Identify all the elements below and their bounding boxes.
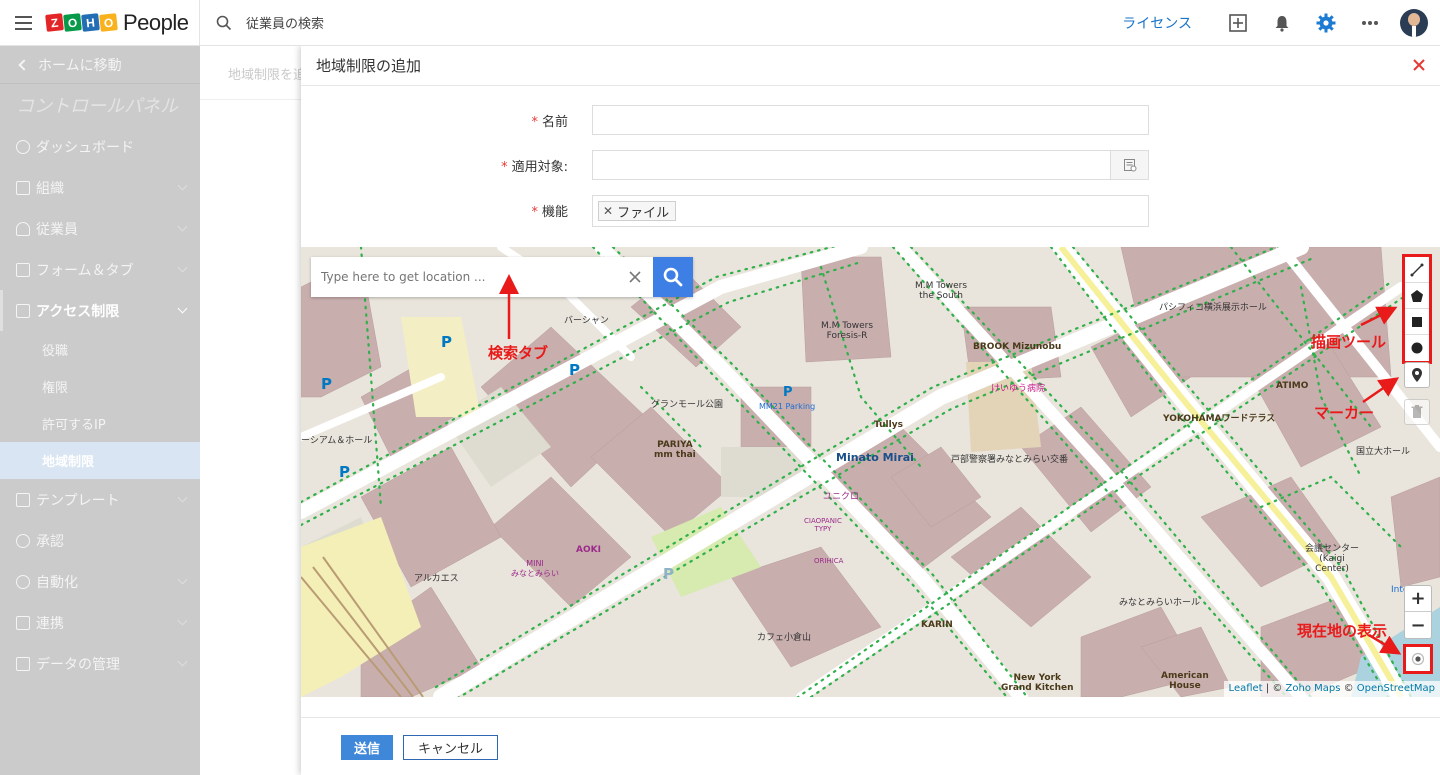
integration-icon xyxy=(16,615,30,630)
sidebar-item-label: 承認 xyxy=(36,533,64,550)
sidebar-item-label: 組織 xyxy=(36,180,64,197)
required-mark: * xyxy=(501,160,508,175)
automation-icon xyxy=(16,574,30,589)
chevron-down-icon xyxy=(177,615,188,626)
add-geo-restriction-panel: 地域制限の追加 * 名前 * 適用対象: * 機能 ✕ ファイル M.M Tow… xyxy=(301,46,1440,775)
annotation-draw-tools: 描画ツール xyxy=(1311,333,1387,351)
add-icon[interactable] xyxy=(1216,13,1260,32)
panel-title: 地域制限の追加 xyxy=(301,46,1440,86)
sidebar-item-access-restriction[interactable]: アクセス制限 xyxy=(0,290,200,331)
function-input[interactable]: ✕ ファイル xyxy=(592,195,1149,227)
sidebar-subitem-roles[interactable]: 役職 xyxy=(0,331,200,368)
panel-footer: 送信 キャンセル xyxy=(301,717,1440,775)
annotation-arrows xyxy=(499,274,1402,655)
document-icon xyxy=(16,303,30,318)
chevron-down-icon xyxy=(177,262,188,273)
sidebar-item-approvals[interactable]: 承認 xyxy=(0,520,200,561)
required-mark: * xyxy=(531,115,538,130)
sidebar-item-label: ダッシュボード xyxy=(36,139,134,156)
background-breadcrumb: 地域制限を追加 xyxy=(228,68,302,83)
function-label: * 機能 xyxy=(531,205,568,220)
chevron-down-icon xyxy=(177,492,188,503)
form-icon xyxy=(16,262,30,277)
chevron-down-icon xyxy=(177,656,188,667)
chevron-down-icon xyxy=(177,574,188,585)
name-input[interactable] xyxy=(592,105,1149,135)
app-name: People xyxy=(123,9,189,35)
map-view[interactable]: M.M Towers the South M.M Towers Foresis-… xyxy=(301,247,1440,697)
top-bar: Z O H O People 従業員の検索 ライセンス xyxy=(0,0,1440,46)
sidebar-item-employees[interactable]: 従業員 xyxy=(0,208,200,249)
submit-button[interactable]: 送信 xyxy=(341,735,393,760)
target-label: * 適用対象: xyxy=(501,160,568,175)
gear-icon[interactable] xyxy=(1304,13,1348,33)
sidebar-subitem-label: 地域制限 xyxy=(42,455,95,470)
template-icon xyxy=(16,492,30,507)
list-picker-icon xyxy=(1123,159,1136,172)
active-indicator xyxy=(0,290,3,331)
sidebar-subitem-label: 権限 xyxy=(42,381,69,396)
sidebar-subitem-allowed-ip[interactable]: 許可するIP xyxy=(0,405,200,442)
employee-search[interactable]: 従業員の検索 xyxy=(216,13,916,32)
check-circle-icon xyxy=(16,139,30,154)
remove-chip-icon[interactable]: ✕ xyxy=(603,204,613,218)
menu-icon[interactable] xyxy=(0,0,46,46)
required-mark: * xyxy=(531,205,538,220)
chevron-down-icon xyxy=(177,180,188,191)
sidebar-subitem-geo-restriction[interactable]: 地域制限 xyxy=(0,442,200,479)
name-row: * 名前 xyxy=(301,105,1440,135)
sidebar-item-label: フォーム＆タブ xyxy=(36,262,134,279)
brand-logo[interactable]: Z O H O People xyxy=(45,0,200,46)
cancel-button[interactable]: キャンセル xyxy=(403,735,498,760)
avatar[interactable] xyxy=(1400,8,1428,37)
target-input[interactable] xyxy=(592,150,1149,180)
chevron-down-icon xyxy=(177,303,188,314)
back-to-home[interactable]: ホームに移動 xyxy=(0,46,200,84)
sidebar-item-dashboard[interactable]: ダッシュボード xyxy=(0,126,200,167)
search-icon xyxy=(216,15,232,30)
building-icon xyxy=(16,180,30,195)
person-icon xyxy=(16,221,30,236)
sidebar-item-label: 従業員 xyxy=(36,221,78,238)
sidebar-item-integration[interactable]: 連携 xyxy=(0,602,200,643)
sidebar-item-label: 連携 xyxy=(36,615,64,632)
function-row: * 機能 ✕ ファイル xyxy=(301,195,1440,227)
sidebar-subitem-permissions[interactable]: 権限 xyxy=(0,368,200,405)
more-icon[interactable] xyxy=(1348,20,1392,26)
sidebar-subitem-label: 許可するIP xyxy=(42,418,106,433)
target-picker-button[interactable] xyxy=(1110,151,1148,179)
sidebar-item-label: 自動化 xyxy=(36,574,78,591)
control-panel-title: コントロールパネル xyxy=(16,96,178,117)
arrow-marker xyxy=(1362,377,1400,404)
annotation-search-tab: 検索タブ xyxy=(488,344,549,362)
sidebar-item-label: アクセス制限 xyxy=(36,303,120,320)
chevron-left-icon xyxy=(18,58,30,71)
employee-search-placeholder: 従業員の検索 xyxy=(246,17,325,32)
sidebar-item-forms-tabs[interactable]: フォーム＆タブ xyxy=(0,249,200,290)
sidebar-item-organization[interactable]: 組織 xyxy=(0,167,200,208)
sidebar: ホームに移動 コントロールパネル ダッシュボード 組織 従業員 フォーム＆タブ … xyxy=(0,46,200,775)
sidebar-item-templates[interactable]: テンプレート xyxy=(0,479,200,520)
sidebar-item-label: テンプレート xyxy=(36,492,120,509)
sidebar-item-label: データの管理 xyxy=(36,656,120,673)
sidebar-subitem-label: 役職 xyxy=(42,344,69,359)
zoho-logo: Z O H O xyxy=(45,13,118,32)
license-link[interactable]: ライセンス xyxy=(1122,13,1192,33)
back-label: ホームに移動 xyxy=(38,57,122,74)
close-icon[interactable] xyxy=(1412,58,1426,72)
sidebar-item-data-management[interactable]: データの管理 xyxy=(0,643,200,684)
name-label: * 名前 xyxy=(531,115,568,130)
bell-icon[interactable] xyxy=(1260,14,1304,32)
arrow-draw-tools xyxy=(1360,306,1398,327)
background-page: 地域制限を追加 xyxy=(200,46,302,775)
divider xyxy=(200,99,302,100)
chevron-down-icon xyxy=(177,221,188,232)
annotation-marker: マーカー xyxy=(1314,404,1375,422)
sidebar-item-automation[interactable]: 自動化 xyxy=(0,561,200,602)
approval-icon xyxy=(16,533,30,548)
target-row: * 適用対象: xyxy=(301,150,1440,180)
function-chip: ✕ ファイル xyxy=(598,201,677,221)
data-icon xyxy=(16,656,30,671)
annotation-current-location: 現在地の表示 xyxy=(1297,622,1388,640)
